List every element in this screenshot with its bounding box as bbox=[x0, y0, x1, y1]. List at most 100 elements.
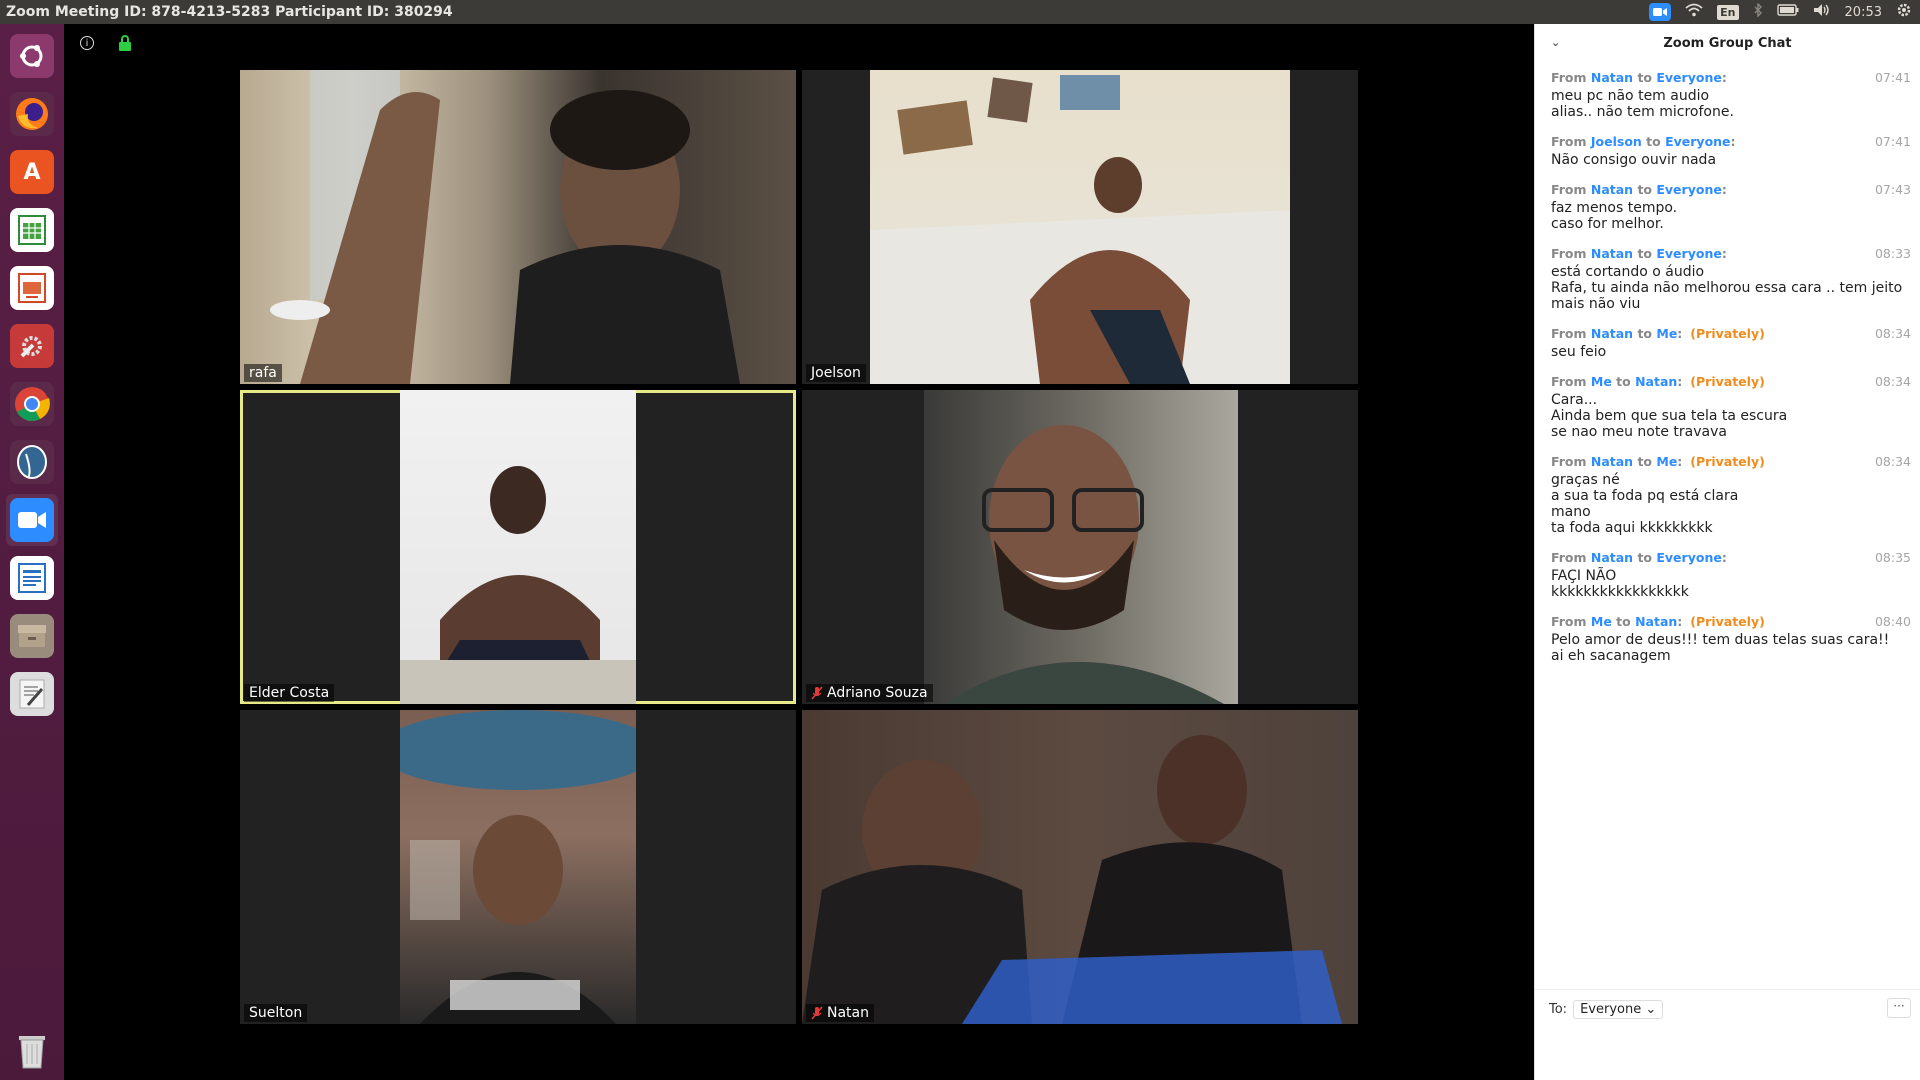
message-body: seu feio bbox=[1551, 344, 1911, 360]
message-meta: From Me to Natan: (Privately) 08:34 bbox=[1551, 374, 1911, 389]
message-meta: From Natan to Everyone:08:35 bbox=[1551, 550, 1911, 565]
chat-message: From Natan to Me: (Privately) 08:34 seu fei… bbox=[1551, 326, 1911, 360]
recipient: Everyone bbox=[1656, 550, 1722, 565]
message-line: está cortando o áudio bbox=[1551, 264, 1705, 280]
message-meta: From Natan to Everyone:07:41 bbox=[1551, 70, 1911, 85]
sender: Natan bbox=[1590, 326, 1634, 341]
bluetooth-icon[interactable] bbox=[1753, 2, 1763, 21]
message-line: faz menos tempo. bbox=[1551, 200, 1678, 216]
message-line: kkkkkkkkkkkkkkkkk bbox=[1551, 584, 1689, 600]
meeting-info-icon[interactable]: i bbox=[80, 36, 94, 50]
chat-message: From Joelson to Everyone:07:41 Não consig… bbox=[1551, 134, 1911, 168]
participant-name: Natan bbox=[806, 1004, 874, 1022]
participant-name: Elder Costa bbox=[244, 684, 335, 702]
chat-compose: To: Everyone ⌄ ··· bbox=[1535, 989, 1920, 1080]
recipient-dropdown[interactable]: Everyone ⌄ bbox=[1573, 1000, 1664, 1019]
system-settings-icon[interactable] bbox=[6, 320, 58, 372]
volume-icon[interactable] bbox=[1813, 3, 1831, 21]
encryption-lock-icon[interactable] bbox=[118, 35, 132, 51]
recipient: Everyone bbox=[1656, 182, 1722, 197]
more-options-button[interactable]: ··· bbox=[1887, 998, 1911, 1018]
presentation-icon[interactable] bbox=[6, 262, 58, 314]
video-tile-rafa[interactable]: rafa bbox=[240, 70, 796, 384]
sender: Natan bbox=[1590, 246, 1634, 261]
message-line: Rafa, tu ainda não melhorou essa cara ..… bbox=[1551, 280, 1903, 296]
recipient: Me bbox=[1656, 454, 1678, 469]
message-body: Pelo amor de deus!!! tem duas telas suas… bbox=[1551, 632, 1911, 664]
wifi-icon[interactable] bbox=[1685, 3, 1703, 21]
sender: Natan bbox=[1590, 182, 1634, 197]
sender: Me bbox=[1590, 614, 1612, 629]
message-line: Ainda bem que sua tela ta escura bbox=[1551, 408, 1788, 424]
video-feed bbox=[240, 70, 796, 384]
writer-icon[interactable] bbox=[6, 552, 58, 604]
collapse-chevron-icon[interactable]: ⌄ bbox=[1551, 36, 1560, 49]
chat-message: From Me to Natan: (Privately) 08:34 Cara...… bbox=[1551, 374, 1911, 440]
message-body: Cara... Ainda bem que sua tela ta escura s… bbox=[1551, 392, 1911, 440]
text-editor-icon[interactable] bbox=[6, 668, 58, 720]
message-meta: From Joelson to Everyone:07:41 bbox=[1551, 134, 1911, 149]
message-line: ta foda aqui kkkkkkkkk bbox=[1551, 520, 1713, 536]
private-badge: (Privately) bbox=[1690, 614, 1765, 629]
ubuntu-icon[interactable] bbox=[6, 30, 58, 82]
chrome-icon[interactable] bbox=[6, 378, 58, 430]
system-tray: En 20:53 bbox=[1649, 2, 1920, 22]
message-line: FAÇI NÃO bbox=[1551, 568, 1617, 584]
recipient: Natan bbox=[1635, 614, 1678, 629]
message-line: mais não viu bbox=[1551, 296, 1641, 312]
participant-name: Joelson bbox=[806, 364, 866, 382]
pgadmin-icon[interactable] bbox=[6, 436, 58, 488]
video-tile-joelson[interactable]: Joelson bbox=[802, 70, 1358, 384]
clock[interactable]: 20:53 bbox=[1845, 5, 1882, 20]
message-line: graças né bbox=[1551, 472, 1620, 488]
recipient-selector: To: Everyone ⌄ bbox=[1549, 1000, 1664, 1019]
video-feed bbox=[870, 70, 1290, 384]
recipient: Natan bbox=[1635, 374, 1678, 389]
archive-icon[interactable] bbox=[6, 610, 58, 662]
message-time: 07:41 bbox=[1874, 70, 1911, 85]
participant-name: rafa bbox=[244, 364, 282, 382]
battery-icon[interactable] bbox=[1776, 4, 1799, 20]
recipient: Everyone bbox=[1665, 134, 1731, 149]
message-time: 08:35 bbox=[1874, 550, 1911, 565]
to-label: To: bbox=[1549, 1002, 1568, 1017]
zoom-tray-icon[interactable] bbox=[1649, 3, 1672, 21]
recipient: Everyone bbox=[1656, 246, 1722, 261]
message-body: meu pc não tem audio alias.. não tem micr… bbox=[1551, 88, 1911, 120]
chat-title: Zoom Group Chat bbox=[1663, 35, 1792, 51]
spreadsheet-icon[interactable] bbox=[6, 204, 58, 256]
chat-message: From Natan to Everyone:07:41 meu pc não t… bbox=[1551, 70, 1911, 120]
chat-message-list[interactable]: From Natan to Everyone:07:41 meu pc não t… bbox=[1535, 70, 1920, 678]
trash-icon[interactable] bbox=[6, 1024, 58, 1076]
message-time: 08:34 bbox=[1874, 374, 1911, 389]
private-badge: (Privately) bbox=[1690, 454, 1765, 469]
settings-gear-icon[interactable] bbox=[1896, 2, 1912, 22]
message-line: caso for melhor. bbox=[1551, 216, 1664, 232]
software-center-icon[interactable]: A bbox=[6, 146, 58, 198]
video-tile-suelton[interactable]: Suelton bbox=[240, 710, 796, 1024]
video-tile-natan[interactable]: Natan bbox=[802, 710, 1358, 1024]
zoom-icon[interactable] bbox=[6, 494, 58, 546]
video-gallery: i rafa Joelson Elder Costa Adriano Souza… bbox=[64, 24, 1534, 1080]
recipient: Everyone bbox=[1656, 70, 1722, 85]
video-tile-adriano-souza[interactable]: Adriano Souza bbox=[802, 390, 1358, 704]
message-time: 08:33 bbox=[1874, 246, 1911, 261]
window-title: Zoom Meeting ID: 878-4213-5283 Participa… bbox=[6, 4, 453, 20]
video-feed bbox=[924, 390, 1238, 704]
chat-message: From Natan to Everyone:08:35 FAÇI NÃO kkkk… bbox=[1551, 550, 1911, 600]
sender: Joelson bbox=[1590, 134, 1642, 149]
chat-message: From Natan to Everyone:08:33 está cortand… bbox=[1551, 246, 1911, 312]
video-feed bbox=[378, 710, 658, 1024]
firefox-icon[interactable] bbox=[6, 88, 58, 140]
video-tile-elder-costa[interactable]: Elder Costa bbox=[240, 390, 796, 704]
keyboard-language-indicator[interactable]: En bbox=[1717, 4, 1739, 20]
message-body: graças né a sua ta foda pq está clara mano… bbox=[1551, 472, 1911, 536]
message-time: 07:41 bbox=[1874, 134, 1911, 149]
launcher-dock: A bbox=[0, 24, 64, 1080]
message-time: 07:43 bbox=[1874, 182, 1911, 197]
message-meta: From Natan to Me: (Privately) 08:34 bbox=[1551, 454, 1911, 469]
sender: Natan bbox=[1590, 550, 1634, 565]
video-feed bbox=[802, 710, 1358, 1024]
message-body: Não consigo ouvir nada bbox=[1551, 152, 1911, 168]
message-body: FAÇI NÃO kkkkkkkkkkkkkkkkk bbox=[1551, 568, 1911, 600]
